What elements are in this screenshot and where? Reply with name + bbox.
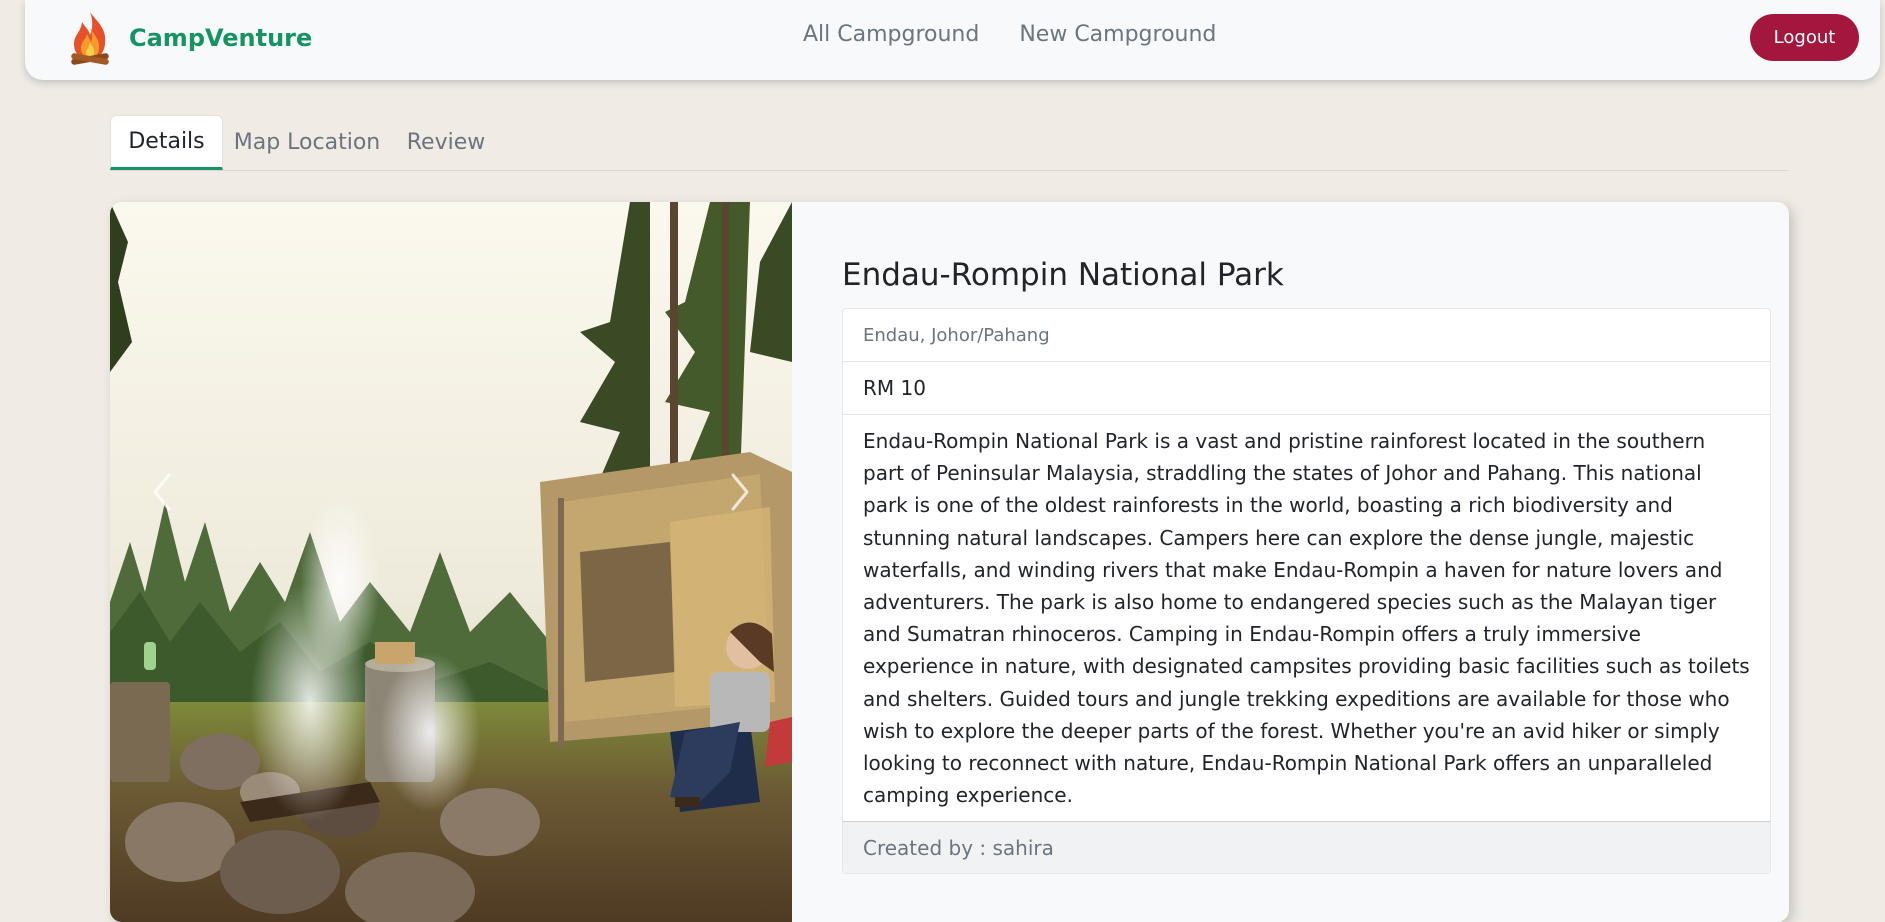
tab-details[interactable]: Details [110,115,223,170]
nav-link-all-campground[interactable]: All Campground [803,22,979,47]
carousel-prev-button[interactable] [127,452,197,532]
campground-location: Endau, Johor/Pahang [843,309,1770,362]
brand-link[interactable]: CampVenture [67,10,312,66]
detail-tabs: Details Map Location Review [110,115,1788,171]
campground-price: RM 10 [843,362,1770,415]
campground-title: Endau-Rompin National Park [842,257,1284,293]
created-by: Created by : sahira [843,822,1770,874]
chevron-left-icon [153,473,171,511]
logout-button[interactable]: Logout [1750,14,1859,61]
chevron-right-icon [731,473,749,511]
nav-links: All Campground New Campground [803,22,1216,47]
campground-card: Endau-Rompin National Park Endau, Johor/… [110,202,1789,922]
campground-details-list: Endau, Johor/Pahang RM 10 Endau-Rompin N… [842,308,1771,875]
campground-description: Endau-Rompin National Park is a vast and… [843,415,1770,823]
campground-photo-carousel [110,202,792,922]
nav-link-new-campground[interactable]: New Campground [1019,22,1216,47]
campsite-photo [110,202,792,922]
navbar: CampVenture All Campground New Campgroun… [25,0,1880,80]
tab-review[interactable]: Review [391,115,501,169]
tab-map-location[interactable]: Map Location [223,115,391,169]
campfire-logo-icon [71,12,109,65]
carousel-next-button[interactable] [705,452,775,532]
brand-name: CampVenture [129,24,313,52]
